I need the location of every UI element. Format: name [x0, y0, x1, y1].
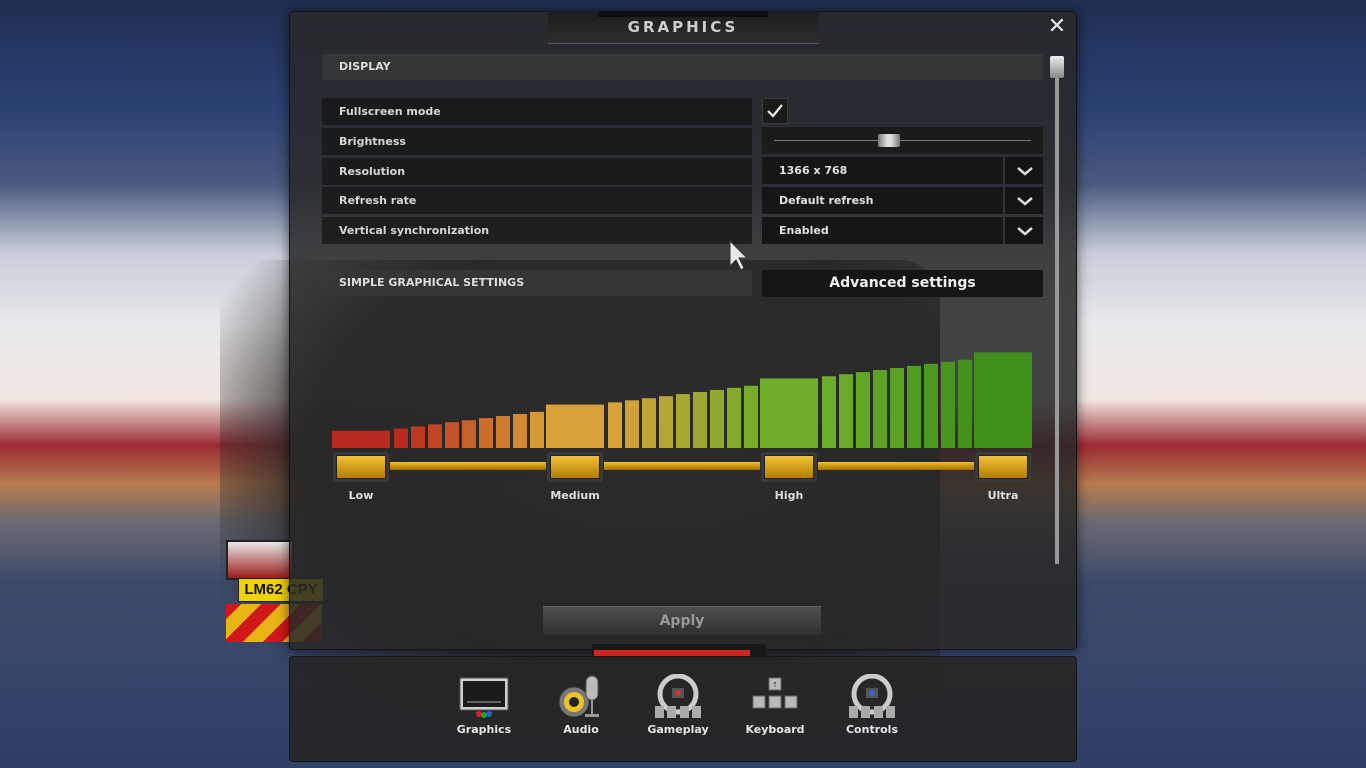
- quality-ramp-bar: [530, 411, 544, 448]
- nav-audio[interactable]: Audio: [541, 668, 621, 740]
- quality-ramp-bar: [642, 398, 656, 448]
- quality-ramp-bar: [428, 424, 442, 448]
- quality-ramp-bar: [608, 402, 622, 448]
- close-icon[interactable]: ✕: [1046, 16, 1068, 38]
- quality-rail-segment: [390, 462, 546, 470]
- quality-ramp-bar: [924, 363, 938, 448]
- chevron-down-icon[interactable]: [1003, 187, 1043, 214]
- quality-ramp-bar: [625, 400, 639, 448]
- preset-low-label: Low: [348, 489, 374, 502]
- quality-ramp-bar: [693, 392, 707, 448]
- brightness-label: Brightness: [322, 128, 752, 155]
- quality-ramp-bar: [744, 385, 758, 448]
- truck-tail-light: [226, 540, 294, 580]
- preset-ultra-button[interactable]: [975, 452, 1031, 482]
- preset-high-button[interactable]: [761, 452, 817, 482]
- nav-graphics-label: Graphics: [456, 723, 512, 736]
- quality-ramp-bar: [941, 361, 955, 448]
- quality-ramp-block: [974, 352, 1032, 448]
- quality-ramp-bar: [839, 374, 853, 448]
- nav-keyboard-label: Keyboard: [745, 723, 805, 736]
- chevron-down-icon[interactable]: [1003, 217, 1043, 244]
- quality-ramp: [332, 352, 1032, 448]
- speaker-microphone-icon: [558, 675, 599, 718]
- steering-wheel-controller-icon: [849, 674, 895, 718]
- quality-ramp-bar: [462, 420, 476, 448]
- checkmark-icon: [767, 104, 783, 118]
- quality-ramp-bar: [445, 422, 459, 448]
- keyboard-keys-icon: ↑: [752, 677, 798, 709]
- vsync-dropdown[interactable]: Enabled: [762, 217, 1043, 244]
- simple-settings-header: SIMPLE GRAPHICAL SETTINGS: [322, 270, 752, 296]
- scrollbar-track[interactable]: [1055, 56, 1059, 564]
- nav-graphics[interactable]: Graphics: [444, 668, 524, 740]
- resolution-value: 1366 x 768: [779, 164, 848, 177]
- nav-gameplay-label: Gameplay: [647, 723, 709, 736]
- preset-medium-label: Medium: [550, 489, 600, 502]
- dialog-title: GRAPHICS: [627, 18, 739, 36]
- refresh-rate-value: Default refresh: [779, 194, 874, 207]
- quality-ramp-bar: [727, 387, 741, 448]
- scrollbar-thumb[interactable]: [1050, 56, 1064, 78]
- quality-ramp-bar: [856, 372, 870, 448]
- preset-high-label: High: [774, 489, 804, 502]
- preset-ultra-label: Ultra: [987, 489, 1019, 502]
- quality-ramp-bar: [890, 367, 904, 448]
- monitor-icon: [459, 677, 509, 718]
- quality-ramp-bar: [873, 370, 887, 448]
- steering-wheel-icon: [655, 674, 701, 718]
- nav-controls-label: Controls: [845, 723, 899, 736]
- refresh-rate-label: Refresh rate: [322, 187, 752, 214]
- quality-ramp-bar: [496, 416, 510, 448]
- quality-ramp-bar: [958, 359, 972, 448]
- svg-text:↑: ↑: [772, 681, 778, 689]
- quality-ramp-bar: [659, 396, 673, 448]
- mouse-cursor-icon: [729, 240, 749, 271]
- apply-button[interactable]: Apply: [543, 606, 821, 635]
- nav-gameplay[interactable]: Gameplay: [638, 668, 718, 740]
- quality-ramp-bar: [513, 413, 527, 448]
- quality-ramp-bar: [479, 418, 493, 448]
- quality-ramp-bar: [822, 376, 836, 448]
- quality-rail-segment: [818, 462, 974, 470]
- display-section-header: DISPLAY: [322, 54, 1043, 80]
- quality-ramp-block: [332, 430, 390, 448]
- advanced-settings-button[interactable]: Advanced settings: [762, 270, 1043, 297]
- quality-ramp-block: [760, 378, 818, 448]
- brightness-slider-handle[interactable]: [878, 134, 900, 147]
- brightness-slider[interactable]: [762, 127, 1043, 154]
- vsync-label: Vertical synchronization: [322, 217, 752, 244]
- nav-audio-label: Audio: [563, 723, 599, 736]
- quality-ramp-block: [546, 404, 604, 448]
- quality-rail-segment: [604, 462, 760, 470]
- quality-ramp-bar: [907, 365, 921, 448]
- vsync-value: Enabled: [779, 224, 829, 237]
- preset-low-button[interactable]: [333, 452, 389, 482]
- chevron-down-icon[interactable]: [1003, 157, 1043, 184]
- fullscreen-mode-label: Fullscreen mode: [322, 98, 752, 125]
- quality-ramp-bar: [394, 428, 408, 448]
- quality-ramp-bar: [411, 426, 425, 448]
- preset-medium-button[interactable]: [547, 452, 603, 482]
- quality-ramp-bar: [710, 389, 724, 448]
- refresh-rate-dropdown[interactable]: Default refresh: [762, 187, 1043, 214]
- resolution-label: Resolution: [322, 158, 752, 185]
- fullscreen-checkbox[interactable]: [762, 98, 788, 124]
- nav-controls[interactable]: Controls: [832, 668, 912, 740]
- quality-ramp-bar: [676, 394, 690, 448]
- brightness-slider-track: [774, 140, 1031, 141]
- resolution-dropdown[interactable]: 1366 x 768: [762, 157, 1043, 184]
- nav-keyboard[interactable]: ↑ Keyboard: [735, 668, 815, 740]
